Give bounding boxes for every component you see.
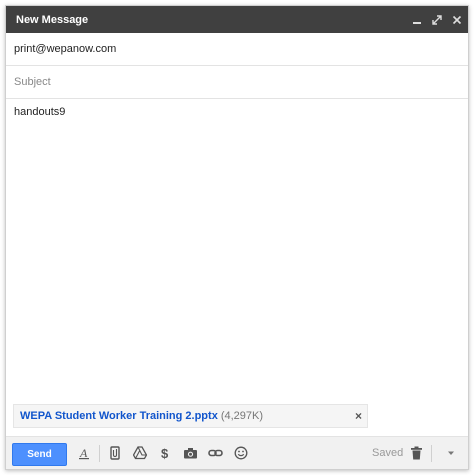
message-body[interactable]: handouts9 [14,106,454,396]
emoji-icon[interactable] [233,445,249,461]
compose-toolbar: Send A $ Saved [6,436,468,469]
svg-text:A: A [79,446,88,460]
compose-title: New Message [16,13,89,26]
attachment-name[interactable]: WEPA Student Worker Training 2.pptx [20,410,218,422]
toolbar-separator [99,445,100,462]
to-field[interactable]: print@wepanow.com [6,33,468,66]
camera-icon[interactable] [182,445,198,461]
formatting-icon[interactable]: A [76,445,92,461]
more-options-icon[interactable] [443,445,459,461]
to-recipient[interactable]: print@wepanow.com [14,43,116,55]
svg-text:$: $ [161,446,169,460]
attach-file-icon[interactable] [107,445,123,461]
toolbar-separator [431,445,432,462]
send-button[interactable]: Send [12,443,67,466]
compose-titlebar[interactable]: New Message [6,6,468,33]
remove-attachment-icon[interactable]: × [355,409,362,423]
popout-icon[interactable] [428,6,446,33]
subject-input[interactable] [14,76,446,88]
subject-field[interactable] [6,66,468,99]
attachment-size: (4,297K) [220,410,264,422]
dollar-icon[interactable]: $ [157,445,173,461]
drive-icon[interactable] [132,445,148,461]
link-icon[interactable] [207,445,223,461]
saved-status: Saved [372,447,404,459]
compose-window: New Message print@wepanow.com handouts9 … [5,5,469,470]
close-icon[interactable] [448,6,466,33]
message-body-text: handouts9 [14,106,66,118]
minimize-icon[interactable] [408,6,426,33]
trash-icon[interactable] [408,445,424,461]
attachment-chip[interactable]: WEPA Student Worker Training 2.pptx (4,2… [13,404,368,428]
